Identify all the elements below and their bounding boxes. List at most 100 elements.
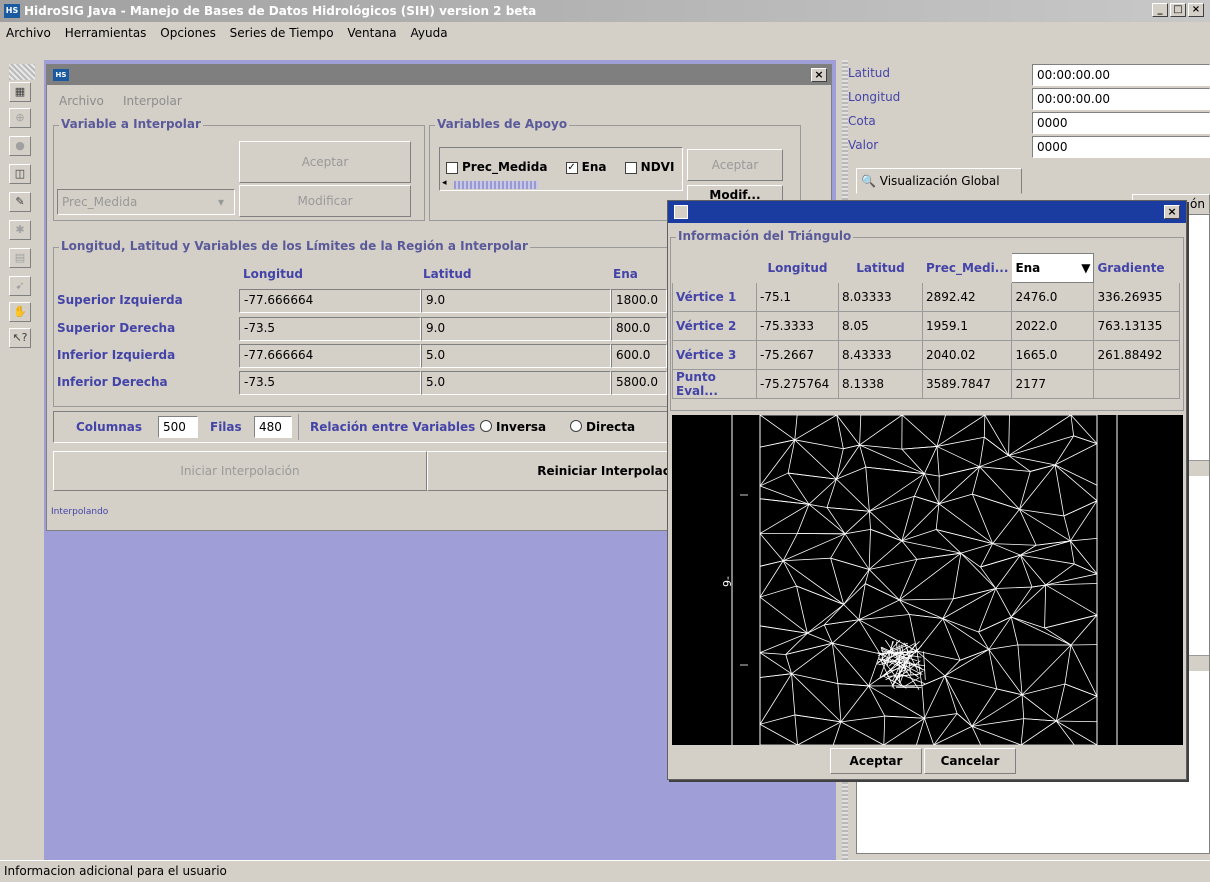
inf-izq-lat[interactable]: 5.0 — [421, 344, 611, 368]
frame-close-button[interactable]: × — [811, 68, 827, 82]
sphere-icon[interactable]: ● — [9, 136, 31, 156]
filas-input[interactable]: 480 — [254, 416, 292, 438]
row-label-inf-izq: Inferior Izquierda — [57, 348, 175, 362]
inf-der-lat[interactable]: 5.0 — [421, 371, 611, 395]
cell-grad: 336.26935 — [1094, 283, 1180, 312]
variable-combo-value: Prec_Medida — [62, 195, 137, 209]
columnas-input[interactable]: 500 — [158, 416, 198, 438]
field-cota[interactable]: 0000 — [1032, 112, 1210, 134]
help-icon[interactable]: ↖? — [9, 328, 31, 348]
filas-label: Filas — [210, 420, 242, 434]
dialog-title-bar[interactable]: × — [668, 201, 1186, 223]
row-label: Vértice 3 — [673, 341, 757, 370]
sup-der-ena[interactable]: 800.0 — [611, 317, 667, 341]
cell-ena: 2177 — [1012, 370, 1094, 399]
chevron-down-icon: ▾ — [218, 190, 224, 214]
limits-header-latitud: Latitud — [423, 267, 471, 281]
row-label: Vértice 2 — [673, 312, 757, 341]
tab-global-label: Visualización Global — [880, 174, 1000, 188]
hand-icon[interactable]: ✋ — [9, 302, 31, 322]
sup-der-lat[interactable]: 9.0 — [421, 317, 611, 341]
field-label-cota: Cota — [848, 114, 876, 128]
close-button[interactable]: × — [1188, 3, 1204, 17]
cell-grad — [1094, 370, 1180, 399]
axis-tick-label: 9- — [721, 576, 734, 587]
iniciar-interpolacion-button[interactable]: Iniciar Interpolación — [53, 451, 427, 491]
checkbox-ena[interactable]: ✓ — [566, 162, 578, 174]
layers-icon[interactable]: ◫ — [9, 164, 31, 184]
table-row: Vértice 1 -75.1 8.03333 2892.42 2476.0 3… — [673, 283, 1180, 312]
variable-modificar-button[interactable]: Modificar — [239, 185, 411, 217]
inf-der-ena[interactable]: 5800.0 — [611, 371, 667, 395]
apoyo-aceptar-button[interactable]: Aceptar — [687, 149, 783, 181]
java-cup-icon — [674, 205, 688, 219]
edit-icon[interactable]: ✎ — [9, 192, 31, 212]
dialog-close-button[interactable]: × — [1164, 205, 1180, 219]
menu-archivo[interactable]: Archivo — [6, 26, 51, 40]
frame-menu-archivo[interactable]: Archivo — [59, 94, 104, 108]
variable-group-title: Variable a Interpolar — [59, 117, 203, 131]
header-ena-select[interactable]: Ena ▼ — [1012, 254, 1094, 283]
inf-izq-lon[interactable]: -77.666664 — [239, 344, 421, 368]
sup-izq-lon[interactable]: -77.666664 — [239, 289, 421, 313]
header-prec: Prec_Medi... — [923, 254, 1012, 283]
tab-partial-label: ón — [1190, 197, 1205, 211]
check-prec-label: Prec_Medida — [462, 160, 547, 174]
menu-series[interactable]: Series de Tiempo — [230, 26, 334, 40]
grid-icon[interactable]: ▤ — [9, 248, 31, 268]
table-row: Punto Eval... -75.275764 8.1338 3589.784… — [673, 370, 1180, 399]
limits-header-longitud: Longitud — [243, 267, 303, 281]
menu-ventana[interactable]: Ventana — [347, 26, 396, 40]
row-label-sup-der: Superior Derecha — [57, 321, 175, 335]
minimize-button[interactable]: _ — [1152, 3, 1168, 17]
relacion-label: Relación entre Variables — [310, 420, 475, 434]
search-icon: 🔍 — [861, 174, 876, 188]
dialog-cancelar-button[interactable]: Cancelar — [924, 748, 1016, 774]
cell-lon: -75.1 — [757, 283, 839, 312]
radio-inversa[interactable] — [480, 420, 492, 432]
maximize-button[interactable]: □ — [1170, 3, 1186, 17]
field-label-longitud: Longitud — [848, 90, 900, 104]
apoyo-checks-row: Prec_Medida ✓Ena NDVI — [446, 160, 680, 174]
variable-aceptar-button[interactable]: Aceptar — [239, 141, 411, 183]
limits-header-ena: Ena — [613, 267, 638, 281]
frame-menu-interpolar[interactable]: Interpolar — [123, 94, 182, 108]
apoyo-list: Prec_Medida ✓Ena NDVI ◂ — [439, 147, 683, 191]
tool-icon[interactable]: ✱ — [9, 220, 31, 240]
triangle-table: Longitud Latitud Prec_Medi... Ena ▼ Grad… — [672, 253, 1180, 399]
inf-der-lon[interactable]: -73.5 — [239, 371, 421, 395]
sup-der-lon[interactable]: -73.5 — [239, 317, 421, 341]
table-row: Vértice 2 -75.3333 8.05 1959.1 2022.0 76… — [673, 312, 1180, 341]
apoyo-scrollbar[interactable]: ◂ — [440, 180, 680, 190]
sup-izq-lat[interactable]: 9.0 — [421, 289, 611, 313]
check-ena-label: Ena — [582, 160, 607, 174]
triangulation-mesh-view[interactable]: 9- — [672, 415, 1183, 745]
scroll-left-icon[interactable]: ◂ — [442, 178, 447, 188]
checkbox-ndvi[interactable] — [625, 162, 637, 174]
cell-lat: 8.03333 — [839, 283, 923, 312]
menu-herramientas[interactable]: Herramientas — [65, 26, 147, 40]
inversa-label: Inversa — [496, 420, 546, 434]
dialog-aceptar-button[interactable]: Aceptar — [830, 748, 922, 774]
radio-directa[interactable] — [570, 420, 582, 432]
field-longitud[interactable]: 00:00:00.00 — [1032, 88, 1210, 110]
scroll-thumb[interactable] — [454, 181, 538, 189]
tab-visualizacion-global[interactable]: 🔍 Visualización Global — [856, 168, 1022, 194]
apoyo-group-title: Variables de Apoyo — [435, 117, 569, 131]
menu-opciones[interactable]: Opciones — [160, 26, 216, 40]
inf-izq-ena[interactable]: 600.0 — [611, 344, 667, 368]
menu-ayuda[interactable]: Ayuda — [410, 26, 447, 40]
limits-group-title: Longitud, Latitud y Variables de los Lím… — [59, 239, 530, 253]
sup-izq-ena[interactable]: 1800.0 — [611, 289, 667, 313]
arrow-icon[interactable]: ➹ — [9, 276, 31, 296]
triangle-group-title: Información del Triángulo — [676, 229, 853, 243]
interpolation-title-bar[interactable]: HS × — [47, 65, 831, 85]
field-valor[interactable]: 0000 — [1032, 136, 1210, 158]
cell-lat: 8.1338 — [839, 370, 923, 399]
field-latitud[interactable]: 00:00:00.00 — [1032, 64, 1210, 86]
globe-icon[interactable]: ⊕ — [9, 108, 31, 128]
status-bar: Informacion adicional para el usuario — [0, 860, 1210, 881]
variable-combo[interactable]: Prec_Medida ▾ — [57, 189, 235, 215]
calculator-icon[interactable]: ▦ — [9, 82, 31, 102]
checkbox-prec-medida[interactable] — [446, 162, 458, 174]
